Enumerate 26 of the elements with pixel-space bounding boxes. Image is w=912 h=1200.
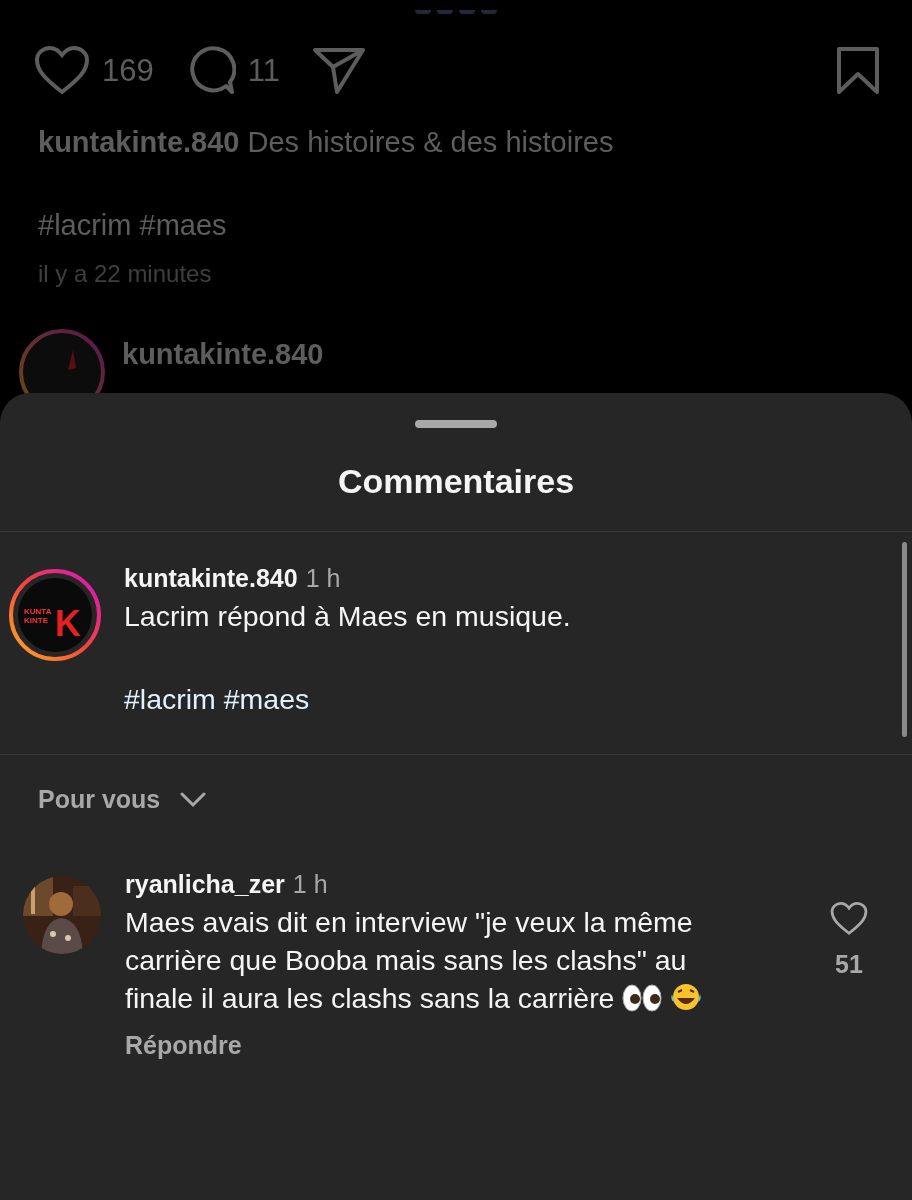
- send-icon[interactable]: [311, 46, 366, 96]
- chevron-down-icon: [180, 791, 207, 808]
- like-count: 169: [102, 53, 154, 89]
- reply-link[interactable]: Répondre: [125, 1031, 242, 1060]
- heart-icon[interactable]: [34, 46, 90, 96]
- post-caption: kuntakinte.840 Des histoires & des histoires: [38, 126, 615, 159]
- scrollbar[interactable]: [902, 542, 907, 737]
- heart-icon[interactable]: [830, 902, 868, 936]
- caption-hashtags[interactable]: #lacrim #maes: [124, 683, 892, 716]
- username[interactable]: ryanlicha_zer: [125, 870, 285, 899]
- sort-dropdown[interactable]: Pour vous: [38, 785, 207, 814]
- username[interactable]: kuntakinte.840: [124, 564, 298, 593]
- post-hashtags: #lacrim #maes: [38, 209, 228, 242]
- comment-text: Maes avais dit en interview "je veux la même carrière que Booba mais sans les clashs" au finale il aura les clashs sans la carrière: [125, 903, 737, 1017]
- post-time: il y a 22 minutes: [38, 260, 213, 288]
- eyes-emoji-icon: [622, 984, 663, 1012]
- comment-time: 1 h: [292, 870, 328, 899]
- drag-handle[interactable]: [415, 420, 497, 428]
- caption-text: Lacrim répond à Maes en musique.: [124, 599, 572, 634]
- like-count: 51: [835, 950, 863, 979]
- sheet-title: Commentaires: [0, 462, 912, 532]
- comment-count: 11: [247, 53, 280, 89]
- comment-time: 1 h: [305, 564, 341, 593]
- laughing-emoji-icon: [670, 982, 703, 1012]
- post-author[interactable]: kuntakinte.840: [122, 338, 324, 371]
- bookmark-icon[interactable]: [836, 46, 880, 96]
